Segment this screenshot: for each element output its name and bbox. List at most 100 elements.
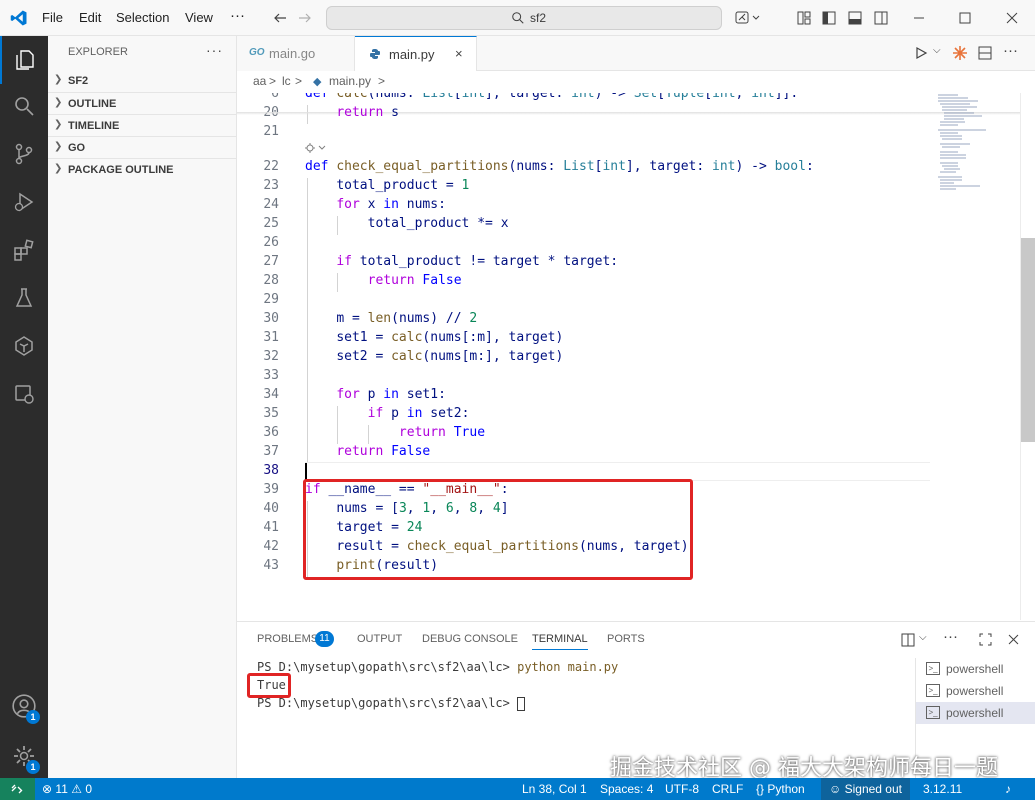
text-cursor	[305, 463, 307, 480]
search-icon	[512, 12, 524, 24]
breadcrumb-separator: >	[378, 74, 386, 88]
tab-ports[interactable]: PORTS	[607, 633, 645, 645]
warning-icon: ⚠	[71, 782, 82, 796]
terminal-dropdown-chevron-icon[interactable]: ⌵	[919, 632, 927, 643]
panel-more-button[interactable]: ···	[943, 628, 958, 645]
cursor-position[interactable]: Ln 38, Col 1	[522, 782, 587, 796]
line-number: 6	[271, 93, 279, 101]
run-python-icon[interactable]	[914, 46, 928, 60]
python-file-icon: ◆	[313, 76, 322, 88]
code-line: return s	[336, 105, 399, 120]
close-panel-icon[interactable]	[1007, 633, 1020, 646]
sidebar-more-button[interactable]: ···	[206, 42, 223, 58]
code-line: for p in set1:	[336, 387, 446, 402]
menu-edit[interactable]: Edit	[79, 10, 101, 25]
breadcrumb-separator: >	[295, 74, 303, 88]
breadcrumb-main-py[interactable]: main.py	[329, 74, 371, 88]
close-tab-icon[interactable]: ×	[455, 46, 463, 61]
remote-indicator[interactable]	[0, 778, 35, 800]
editor-more-button[interactable]: ···	[1003, 42, 1018, 59]
terminal-instance[interactable]: >_ powershell	[916, 658, 1035, 680]
section-package-outline[interactable]: ❯ PACKAGE OUTLINE	[48, 158, 237, 180]
tab-debug-console[interactable]: DEBUG CONSOLE	[422, 633, 518, 645]
code-line: set1 = calc(nums[:m], target)	[336, 330, 564, 345]
code-line: m = len(nums) // 2	[336, 311, 478, 326]
scrollbar-thumb[interactable]	[1021, 238, 1035, 442]
search-icon[interactable]	[0, 82, 48, 130]
problems-status[interactable]: ⊗ 11 ⚠ 0	[42, 782, 92, 796]
minimap[interactable]	[930, 93, 1020, 620]
run-debug-icon[interactable]	[0, 178, 48, 226]
manage-gear-icon[interactable]: 1	[0, 732, 48, 780]
menu-more[interactable]: ···	[230, 7, 245, 24]
tab-main-py[interactable]: main.py ×	[355, 36, 477, 72]
activity-bar: 1 1	[0, 36, 48, 778]
section-label: TIMELINE	[68, 120, 120, 132]
testing-icon[interactable]	[0, 274, 48, 322]
section-sf2[interactable]: ❯ SF2	[48, 70, 237, 92]
customize-layout-icon[interactable]	[796, 10, 812, 26]
go-file-icon: GO	[249, 47, 265, 58]
code-line: def calc(nums: List[int], target: int) -…	[305, 93, 799, 101]
back-arrow-icon[interactable]	[272, 10, 288, 26]
signed-out-text: Signed out	[844, 782, 902, 796]
source-control-icon[interactable]	[0, 130, 48, 178]
section-go[interactable]: ❯ GO	[48, 136, 237, 158]
section-outline[interactable]: ❯ OUTLINE	[48, 92, 237, 114]
terminal-instance[interactable]: >_ powershell	[916, 702, 1035, 724]
extensions-icon[interactable]	[0, 226, 48, 274]
maximize-icon[interactable]	[957, 10, 973, 26]
breadcrumb-separator: >	[269, 74, 277, 88]
python-version[interactable]: 3.12.11	[923, 782, 962, 796]
minimize-icon[interactable]	[911, 10, 927, 26]
split-terminal-icon[interactable]	[901, 633, 915, 647]
toggle-panel-icon[interactable]	[847, 10, 863, 26]
menu-selection[interactable]: Selection	[116, 10, 169, 25]
accounts-icon[interactable]: 1	[0, 682, 48, 730]
breadcrumb-lc[interactable]: lc	[282, 74, 291, 88]
line-number: 42	[263, 539, 279, 554]
signed-out-status[interactable]: ☺ Signed out	[821, 778, 910, 800]
command-center[interactable]: sf2	[326, 6, 722, 30]
error-count: 11	[55, 782, 68, 796]
extension-star-icon[interactable]	[952, 45, 968, 61]
line-number: 25	[263, 216, 279, 231]
encoding[interactable]: UTF-8	[665, 782, 699, 796]
menu-view[interactable]: View	[185, 10, 213, 25]
breadcrumb-aa[interactable]: aa	[253, 74, 266, 88]
go-extension-icon[interactable]	[0, 322, 48, 370]
code-lens-icon[interactable]	[305, 142, 327, 154]
toggle-secondary-sidebar-icon[interactable]	[873, 10, 889, 26]
tab-label: main.go	[269, 46, 316, 61]
copilot-icon[interactable]	[735, 10, 761, 26]
title-bar: File Edit Selection View ··· sf2	[0, 0, 1035, 36]
line-number: 26	[263, 235, 279, 250]
toggle-primary-sidebar-icon[interactable]	[821, 10, 837, 26]
sidebar-title: EXPLORER	[68, 46, 128, 58]
code-editor[interactable]: 6 20 21 22 23 24 25 26 27 28 29 30 31 32…	[237, 93, 1020, 620]
tab-main-go[interactable]: GO main.go	[237, 36, 355, 71]
close-window-icon[interactable]	[1004, 10, 1020, 26]
split-editor-icon[interactable]	[978, 46, 992, 60]
menu-file[interactable]: File	[42, 10, 63, 25]
annotation-highlight-box	[303, 479, 693, 580]
maximize-panel-icon[interactable]	[979, 633, 992, 646]
notifications-icon[interactable]: ♪	[1005, 782, 1011, 796]
terminal-instance[interactable]: >_ powershell	[916, 680, 1035, 702]
warning-count: 0	[85, 782, 93, 796]
indentation[interactable]: Spaces: 4	[600, 782, 653, 796]
line-number: 23	[263, 178, 279, 193]
section-timeline[interactable]: ❯ TIMELINE	[48, 114, 237, 136]
tab-problems[interactable]: PROBLEMS	[257, 633, 318, 645]
line-number: 27	[263, 254, 279, 269]
breadcrumb: aa > lc > ◆ main.py >	[237, 71, 1035, 93]
tab-terminal[interactable]: TERMINAL	[532, 633, 588, 650]
line-ending[interactable]: CRLF	[712, 782, 743, 796]
forward-arrow-icon[interactable]	[297, 10, 313, 26]
language-mode[interactable]: {} Python	[756, 782, 805, 796]
run-dropdown-chevron-icon[interactable]: ⌵	[933, 45, 941, 56]
terminal-line: PS D:\mysetup\gopath\src\sf2\aa\lc> pyth…	[257, 660, 618, 674]
tab-output[interactable]: OUTPUT	[357, 633, 402, 645]
explorer-icon[interactable]	[0, 36, 48, 84]
remote-explorer-icon[interactable]	[0, 370, 48, 418]
